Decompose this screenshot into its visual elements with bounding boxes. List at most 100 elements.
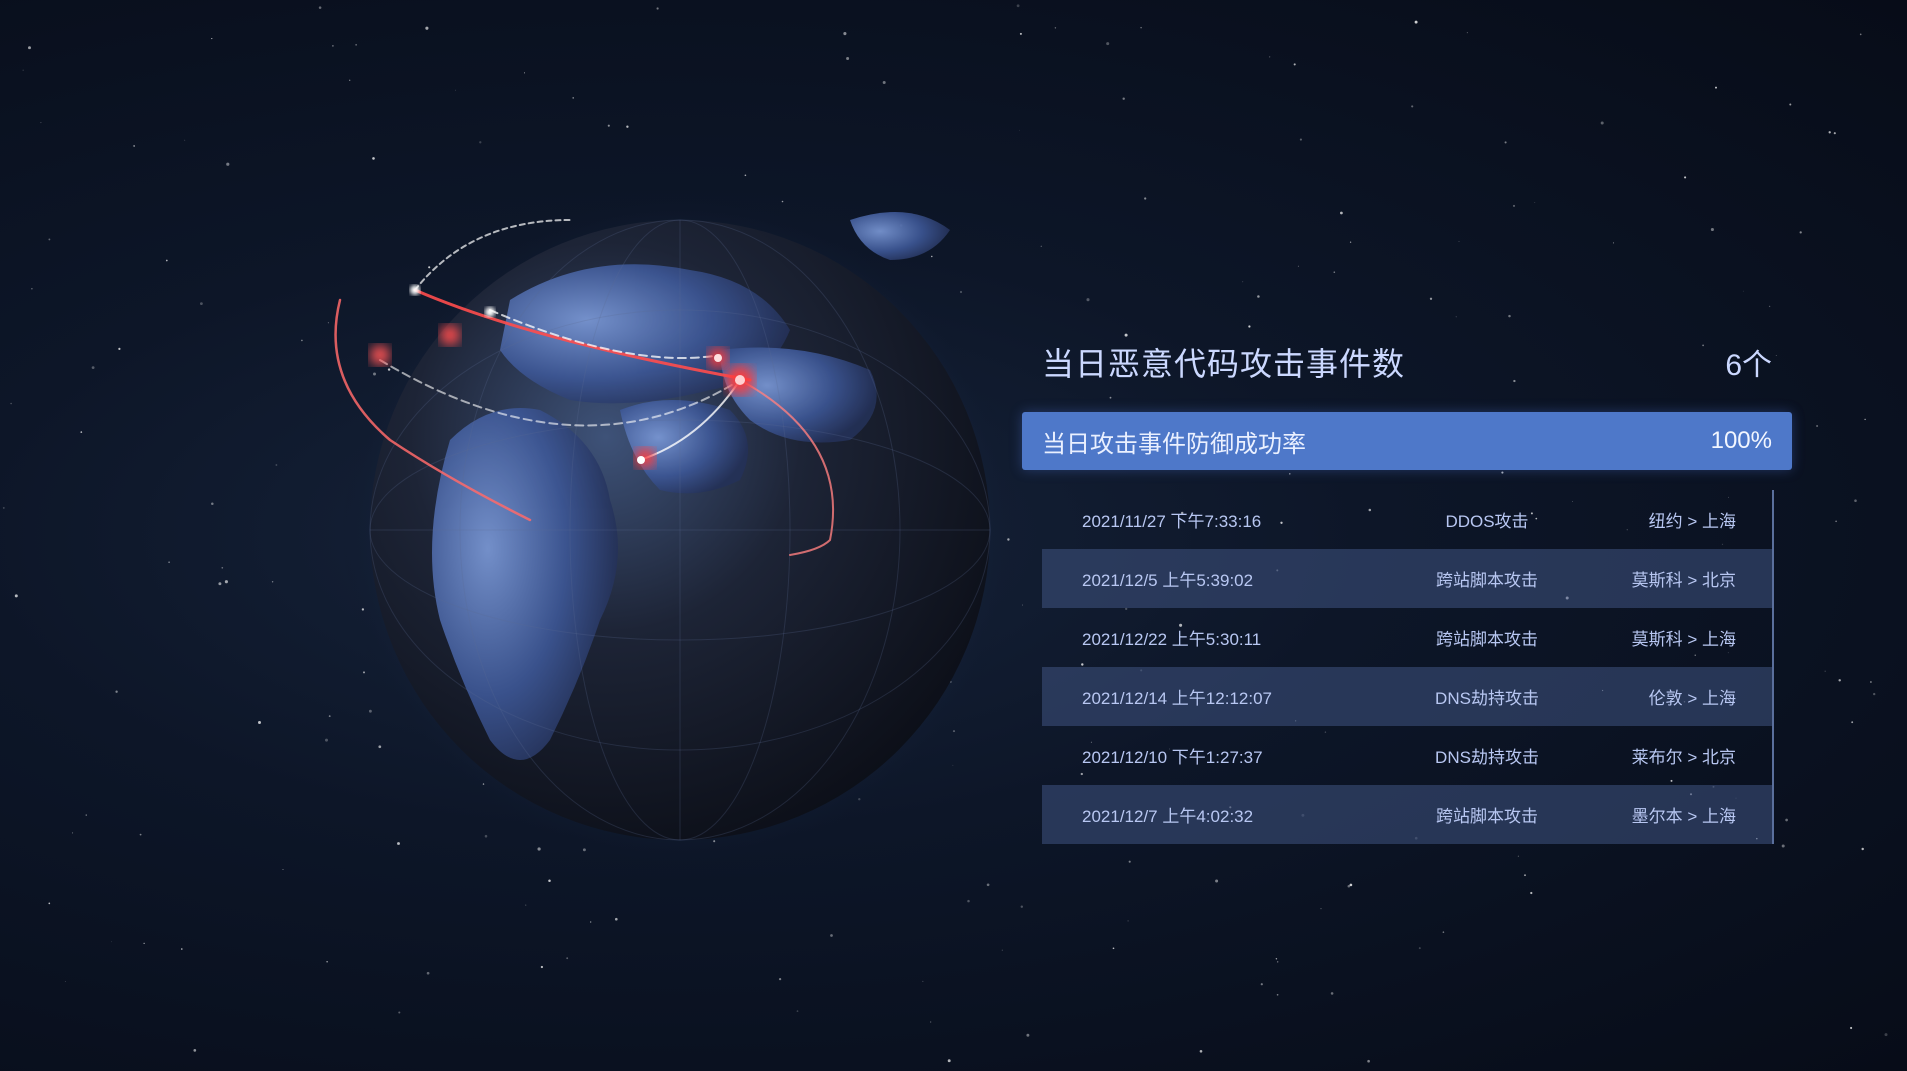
daily-attack-count-label: 当日恶意代码攻击事件数 — [1042, 346, 1406, 382]
earth-globe-icon[interactable] — [330, 180, 1030, 880]
star — [1019, 32, 1022, 35]
attack-event-row[interactable]: 2021/12/5 上午5:39:02 跨站脚本攻击 莫斯科 > 北京 — [1042, 549, 1772, 608]
star — [1466, 32, 1468, 34]
star — [967, 899, 970, 903]
star — [947, 1059, 951, 1063]
star — [1828, 131, 1831, 134]
star — [796, 1010, 799, 1012]
event-time: 2021/12/22 上午5:30:11 — [1082, 630, 1262, 649]
star — [1612, 242, 1615, 244]
event-time: 2021/12/7 上午4:02:32 — [1082, 807, 1254, 826]
star — [426, 971, 430, 975]
star — [80, 431, 83, 433]
star — [1530, 891, 1533, 895]
star — [1276, 993, 1279, 996]
star — [1600, 121, 1604, 125]
star — [1850, 1026, 1853, 1030]
star — [1442, 931, 1445, 933]
star — [1293, 63, 1296, 66]
defense-success-rate-value: 100% — [1710, 427, 1772, 454]
star — [372, 157, 375, 160]
star — [1742, 290, 1744, 292]
star — [425, 26, 429, 30]
star — [85, 814, 87, 816]
event-route: 莫斯科 > 上海 — [1631, 630, 1736, 649]
attack-event-row[interactable]: 2021/12/7 上午4:02:32 跨站脚本攻击 墨尔本 > 上海 — [1042, 785, 1772, 844]
star — [607, 124, 610, 127]
star — [398, 1011, 401, 1014]
star — [656, 7, 659, 10]
star — [1349, 883, 1353, 887]
star — [28, 46, 31, 50]
star — [332, 45, 334, 47]
star — [1242, 281, 1244, 283]
star — [211, 502, 214, 506]
star — [200, 302, 203, 305]
star — [1320, 908, 1322, 910]
star — [1508, 314, 1511, 318]
star — [1517, 855, 1519, 857]
star — [1140, 26, 1142, 29]
star — [258, 721, 261, 724]
attack-event-row[interactable]: 2021/11/27 下午7:33:16 DDOS攻击 纽约 > 上海 — [1042, 490, 1772, 549]
star — [1684, 176, 1687, 179]
star — [566, 957, 569, 960]
star — [1781, 844, 1785, 848]
star — [1001, 949, 1003, 951]
star — [1275, 958, 1278, 960]
daily-attack-count-value: 6个 — [1725, 349, 1772, 382]
event-route: 纽约 > 上海 — [1648, 512, 1736, 531]
star — [211, 38, 213, 40]
star — [1816, 424, 1819, 428]
star — [614, 917, 618, 921]
star — [843, 32, 847, 36]
star — [40, 122, 42, 124]
attack-event-row[interactable]: 2021/12/14 上午12:12:07 DNS劫持攻击 伦敦 > 上海 — [1042, 667, 1772, 726]
attack-event-row[interactable]: 2021/12/10 下午1:27:37 DNS劫持攻击 莱布尔 > 北京 — [1042, 726, 1772, 785]
star — [14, 594, 18, 598]
star — [1215, 879, 1219, 883]
star — [91, 366, 95, 369]
star — [10, 402, 12, 405]
star — [1019, 129, 1021, 131]
star — [1799, 231, 1802, 234]
attack-event-row[interactable]: 2021/12/22 上午5:30:11 跨站脚本攻击 莫斯科 > 上海 — [1042, 608, 1772, 667]
star — [111, 941, 112, 943]
star — [143, 942, 145, 945]
event-time: 2021/12/14 上午12:12:07 — [1082, 689, 1272, 708]
star — [1458, 241, 1460, 242]
star — [1833, 132, 1836, 135]
star — [1851, 721, 1854, 724]
star — [181, 948, 183, 950]
star — [1199, 1049, 1203, 1053]
star — [830, 934, 833, 937]
star — [1248, 325, 1251, 328]
star — [525, 904, 527, 906]
star — [1715, 86, 1717, 89]
event-type: 跨站脚本攻击 — [1436, 571, 1538, 590]
star — [168, 561, 170, 564]
star — [626, 125, 629, 128]
star — [882, 81, 886, 84]
star — [72, 832, 74, 834]
star — [133, 145, 135, 147]
star — [327, 322, 329, 324]
star — [1127, 920, 1129, 922]
event-type: 跨站脚本攻击 — [1436, 807, 1538, 826]
star — [1884, 1033, 1888, 1037]
star — [1873, 692, 1876, 696]
star — [1040, 245, 1042, 247]
attack-event-list[interactable]: 2021/11/27 下午7:33:16 DDOS攻击 纽约 > 上海 2021… — [1042, 490, 1774, 844]
star — [184, 139, 186, 141]
star — [1016, 4, 1020, 8]
event-time: 2021/11/27 下午7:33:16 — [1082, 512, 1262, 531]
star — [590, 921, 592, 923]
star — [226, 162, 230, 166]
star — [455, 89, 456, 91]
star — [1854, 499, 1857, 502]
star — [1106, 42, 1110, 46]
star — [318, 6, 322, 9]
star — [1299, 138, 1302, 141]
star — [1824, 670, 1826, 672]
star — [165, 259, 168, 262]
